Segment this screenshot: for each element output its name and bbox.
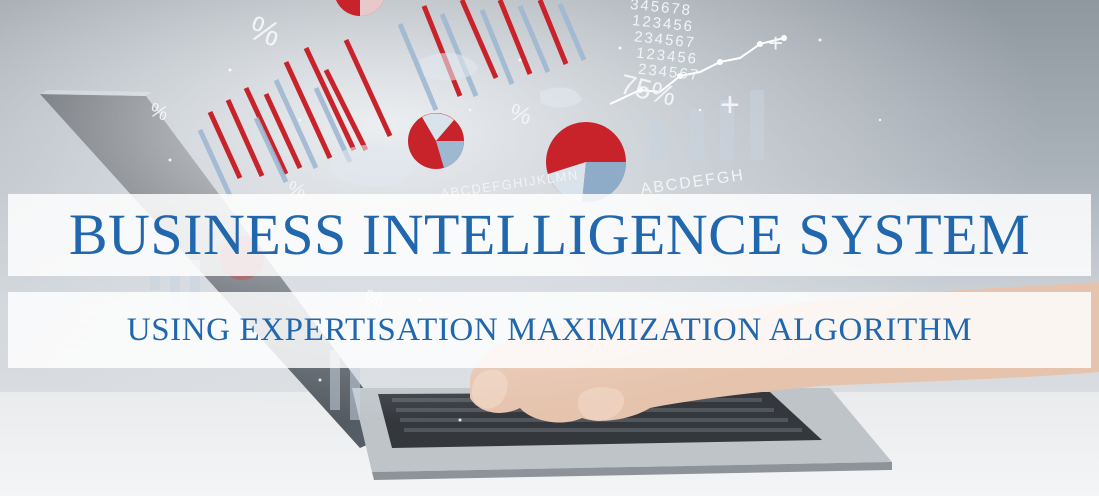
- hero-image: % % % % % 75% + + 345678 123456 234567 1…: [0, 0, 1099, 496]
- pie-chart-small: [408, 113, 465, 169]
- plus-sign: +: [720, 86, 740, 124]
- title-banner: BUSINESS INTELLIGENCE SYSTEM: [8, 194, 1091, 276]
- page-subtitle: USING EXPERTISATION MAXIMIZATION ALGORIT…: [126, 311, 973, 348]
- pie-chart-large: [546, 122, 627, 203]
- plus-sign: +: [768, 28, 783, 58]
- subtitle-banner: USING EXPERTISATION MAXIMIZATION ALGORIT…: [8, 292, 1091, 368]
- page-title: BUSINESS INTELLIGENCE SYSTEM: [68, 202, 1031, 267]
